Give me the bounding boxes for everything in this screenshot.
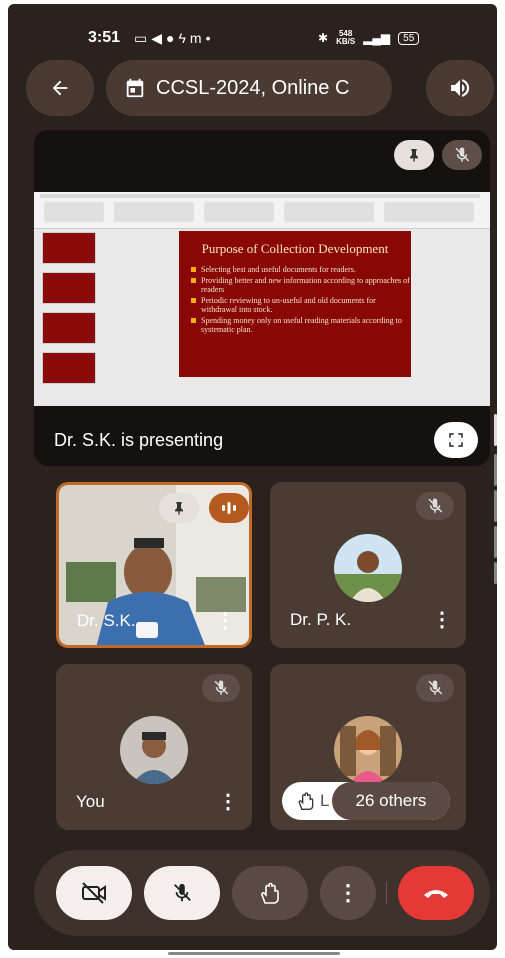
mic-status [416, 674, 454, 702]
more-vert-icon: ⋮ [215, 610, 235, 632]
meet-screen: 3:51 ▭◀●ϟm• ✱ 548 KB/S ▂▄▆ 55 CCSL-2024,… [8, 4, 497, 950]
presenter-mic-status [442, 140, 482, 170]
slide-bullet: Spending money only on useful reading ma… [191, 316, 411, 334]
presentation-tile[interactable]: Purpose of Collection Development Select… [34, 130, 490, 466]
cast-icon: ▭ [134, 30, 152, 46]
carrier-icon: m [189, 30, 206, 46]
camera-off-icon [82, 882, 106, 904]
audio-output-button[interactable] [426, 60, 494, 116]
mic-off-icon [455, 147, 470, 162]
raise-hand-button[interactable] [232, 866, 308, 920]
mic-off-icon [174, 883, 191, 902]
more-options-button[interactable]: ⋮ [218, 789, 238, 814]
more-vert-icon: ⋮ [337, 880, 359, 905]
mic-off-icon [214, 680, 229, 695]
status-bar: 3:51 ▭◀●ϟm• ✱ 548 KB/S ▂▄▆ 55 [8, 4, 497, 47]
hand-icon [298, 792, 314, 810]
slide-thumbnails [42, 232, 98, 402]
pin-icon [410, 149, 418, 162]
participant-name: You [76, 792, 105, 811]
scroll-indicator [494, 454, 497, 486]
flash-icon: ϟ [178, 30, 190, 46]
scroll-indicator [494, 414, 497, 446]
end-call-icon [424, 890, 448, 898]
gesture-nav-bar[interactable] [168, 952, 340, 955]
end-call-button[interactable] [398, 866, 474, 920]
pin-button[interactable] [394, 140, 434, 170]
speaker-icon [451, 79, 470, 97]
status-time: 3:51 [88, 29, 121, 46]
scroll-indicator [494, 490, 497, 522]
current-slide: Purpose of Collection Development Select… [179, 231, 411, 377]
participant-tile-dr-pk[interactable]: Dr. P. K. ⋮ [270, 482, 466, 648]
hand-icon [261, 882, 279, 904]
mic-status [416, 492, 454, 520]
slide-bullet: Periodic reviewing to un-useful and old … [191, 296, 411, 314]
top-bar: CCSL-2024, Online C [8, 60, 497, 116]
slide-bullet: Providing better and new information acc… [191, 276, 410, 294]
mic-status [202, 674, 240, 702]
ppt-ribbon [34, 192, 490, 229]
system-icons: ✱ 548 KB/S ▂▄▆ 55 [318, 30, 420, 46]
participant-tile-dr-sk[interactable]: Dr. S.K. ⋮ [56, 482, 252, 648]
slide-bullets: Selecting best and useful documents for … [179, 265, 411, 334]
pin-icon [175, 502, 183, 515]
presenter-label: Dr. S.K. is presenting [54, 430, 224, 450]
notification-icons: ▭◀●ϟm• [134, 30, 214, 47]
meeting-title-button[interactable]: CCSL-2024, Online C [106, 60, 392, 116]
telegram-icon: ◀ [151, 30, 167, 46]
more-vert-icon: ⋮ [218, 791, 238, 813]
scroll-indicator [494, 562, 497, 584]
divider [386, 882, 387, 904]
battery-icon: 55 [398, 31, 420, 45]
fullscreen-button[interactable] [434, 422, 478, 458]
location-icon: ● [166, 30, 179, 46]
signal-icon: ▂▄▆ [363, 31, 391, 45]
avatar [334, 534, 402, 602]
shared-screen: Purpose of Collection Development Select… [34, 192, 490, 406]
mic-off-icon [428, 680, 443, 695]
more-vert-icon: ⋮ [432, 609, 452, 631]
mic-toggle-button[interactable] [144, 866, 220, 920]
scroll-indicator [494, 526, 497, 558]
participant-name: Dr. S.K. [77, 611, 136, 630]
speed-unit: KB/S [336, 37, 356, 46]
bluetooth-icon: ✱ [318, 31, 329, 45]
others-count[interactable]: 26 others [332, 782, 450, 820]
speaking-indicator [209, 493, 249, 523]
participant-name: L [320, 791, 330, 810]
meeting-title: CCSL-2024, Online C [156, 76, 350, 99]
participant-name: Dr. P. K. [290, 610, 352, 629]
avatar [334, 716, 402, 784]
others-pill[interactable]: L 26 others [282, 782, 450, 820]
camera-toggle-button[interactable] [56, 866, 132, 920]
fullscreen-icon [449, 433, 463, 447]
avatar [120, 716, 188, 784]
more-options-button[interactable]: ⋮ [432, 607, 452, 632]
more-options-button[interactable]: ⋮ [215, 608, 235, 633]
dot-icon: • [205, 30, 215, 46]
participant-tile-you[interactable]: You ⋮ [56, 664, 252, 830]
calendar-icon [126, 78, 144, 98]
pin-button[interactable] [159, 493, 199, 523]
network-speed: 548 KB/S [336, 30, 355, 46]
speaking-icon [222, 502, 236, 514]
mic-off-icon [428, 498, 443, 513]
back-arrow-icon [52, 80, 68, 96]
slide-title: Purpose of Collection Development [201, 241, 389, 256]
back-button[interactable] [26, 60, 94, 116]
call-controls: ⋮ [34, 850, 490, 936]
more-options-button[interactable]: ⋮ [320, 866, 376, 920]
slide-bullet: Selecting best and useful documents for … [191, 265, 411, 274]
